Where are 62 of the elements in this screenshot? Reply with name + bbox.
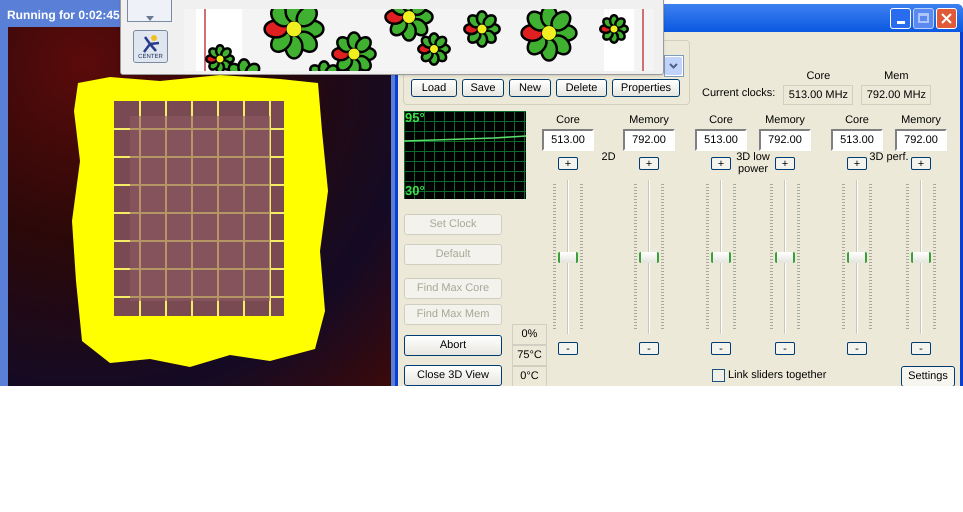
decrease-button[interactable]: -	[639, 342, 659, 355]
slider-thumb[interactable]	[847, 252, 867, 262]
settings-button[interactable]: Settings	[901, 366, 955, 386]
decrease-button[interactable]: -	[558, 342, 578, 355]
profile-button[interactable]: Properties	[612, 79, 680, 97]
clock-value-field: 513.00 MHz	[783, 85, 854, 105]
status-field: 0°C	[512, 366, 547, 386]
clock-input-field[interactable]: 513.00	[542, 129, 594, 151]
group-label: 3D perf.	[869, 151, 909, 163]
decrease-button[interactable]: -	[775, 342, 795, 355]
slider-header: Memory	[765, 114, 805, 127]
camera-button[interactable]	[127, 0, 172, 22]
clock-header: Core	[806, 69, 830, 83]
slider-thumb[interactable]	[911, 252, 931, 262]
slider-header: Core	[845, 114, 869, 127]
increase-button[interactable]: +	[911, 157, 931, 170]
current-clocks-label: Current clocks:	[702, 86, 776, 100]
slider-header: Memory	[901, 114, 941, 127]
clock-header: Mem	[884, 69, 909, 83]
close-button[interactable]	[936, 8, 957, 28]
profile-button[interactable]: Delete	[556, 79, 607, 97]
slider-thumb[interactable]	[558, 252, 578, 262]
increase-button[interactable]: +	[711, 157, 731, 170]
graph-min-label: 30°	[405, 184, 425, 198]
link-sliders-checkbox[interactable]	[712, 368, 725, 382]
slider-header: Core	[709, 114, 733, 127]
slider-thumb[interactable]	[639, 252, 659, 262]
increase-button[interactable]: +	[775, 157, 795, 170]
group-label: 2D	[600, 151, 617, 163]
decrease-button[interactable]: -	[911, 342, 931, 355]
status-field: 0%	[512, 324, 547, 345]
action-button[interactable]: Abort	[404, 335, 502, 356]
status-field: 75°C	[512, 345, 547, 366]
slider-header: Core	[556, 114, 580, 127]
increase-button[interactable]: +	[558, 157, 578, 170]
decrease-button[interactable]: -	[847, 342, 867, 355]
profile-dropdown[interactable]	[664, 55, 684, 77]
profile-button[interactable]: Save	[462, 79, 504, 97]
clock-input-field[interactable]: 792.00	[895, 129, 947, 151]
group-label: 3D low power	[735, 151, 771, 175]
caret-icon	[146, 16, 154, 21]
minimize-button[interactable]	[890, 8, 911, 28]
clock-input-field[interactable]: 513.00	[695, 129, 747, 151]
figure-icon	[140, 34, 160, 54]
increase-button[interactable]: +	[847, 157, 867, 170]
clock-input-field[interactable]: 792.00	[623, 129, 675, 151]
slider-thumb[interactable]	[775, 252, 795, 262]
clock-input-field[interactable]: 792.00	[759, 129, 811, 151]
clock-input-field[interactable]: 513.00	[831, 129, 883, 151]
link-sliders-label: Link sliders together	[728, 368, 826, 383]
close-icon	[941, 12, 952, 24]
decrease-button[interactable]: -	[711, 342, 731, 355]
profile-button[interactable]: Load	[411, 79, 457, 97]
slider-thumb[interactable]	[711, 252, 731, 262]
maximize-button[interactable]	[913, 8, 934, 28]
profile-button[interactable]: New	[509, 79, 551, 97]
increase-button[interactable]: +	[639, 157, 659, 170]
graph-max-label: 95°	[405, 111, 425, 125]
action-button[interactable]: Close 3D View	[404, 365, 502, 386]
clock-value-field: 792.00 MHz	[861, 85, 932, 105]
window-title: Running for 0:02:45	[7, 7, 120, 23]
slider-header: Memory	[629, 114, 669, 127]
